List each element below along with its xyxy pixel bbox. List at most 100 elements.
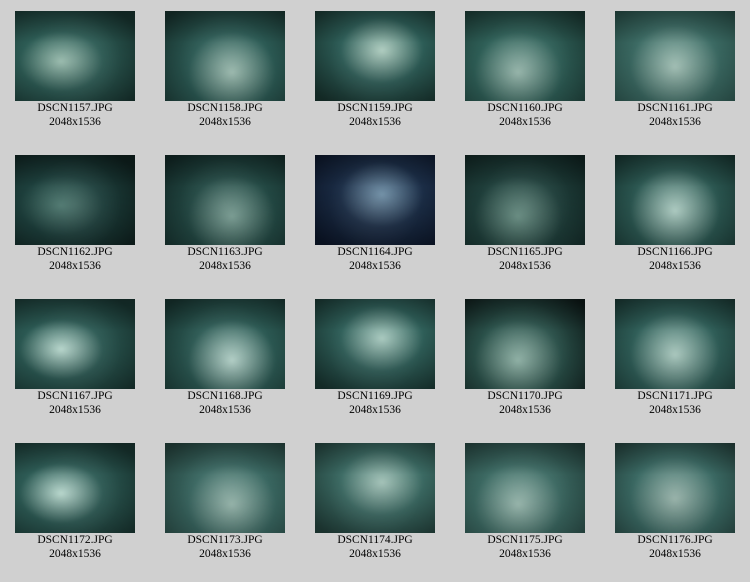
thumbnail-caption: DSCN1168.JPG 2048x1536	[150, 389, 300, 417]
thumbnail-item[interactable]: DSCN1159.JPG 2048x1536	[300, 0, 450, 144]
thumbnail-filename: DSCN1163.JPG	[187, 246, 263, 258]
thumbnail-filename: DSCN1170.JPG	[487, 390, 563, 402]
thumbnail-dimensions: 2048x1536	[499, 404, 551, 416]
thumbnail-item[interactable]: DSCN1157.JPG 2048x1536	[0, 0, 150, 144]
thumbnail-caption: DSCN1166.JPG 2048x1536	[600, 245, 750, 273]
photo-thumbnail[interactable]	[615, 299, 735, 389]
thumbnail-filename: DSCN1162.JPG	[37, 246, 113, 258]
thumbnail-item[interactable]: DSCN1171.JPG 2048x1536	[600, 288, 750, 432]
thumbnail-caption: DSCN1162.JPG 2048x1536	[0, 245, 150, 273]
thumbnail-item[interactable]: DSCN1170.JPG 2048x1536	[450, 288, 600, 432]
thumbnail-dimensions: 2048x1536	[49, 404, 101, 416]
photo-thumbnail[interactable]	[15, 299, 135, 389]
photo-thumbnail[interactable]	[165, 11, 285, 101]
thumbnail-item[interactable]: DSCN1162.JPG 2048x1536	[0, 144, 150, 288]
thumbnail-item[interactable]: DSCN1176.JPG 2048x1536	[600, 432, 750, 576]
photo-thumbnail[interactable]	[465, 11, 585, 101]
thumbnail-dimensions: 2048x1536	[649, 116, 701, 128]
thumbnail-item[interactable]: DSCN1167.JPG 2048x1536	[0, 288, 150, 432]
thumbnail-filename: DSCN1158.JPG	[187, 102, 263, 114]
thumbnail-dimensions: 2048x1536	[49, 548, 101, 560]
thumbnail-dimensions: 2048x1536	[499, 116, 551, 128]
thumbnail-caption: DSCN1169.JPG 2048x1536	[300, 389, 450, 417]
thumbnail-filename: DSCN1160.JPG	[487, 102, 563, 114]
thumbnail-caption: DSCN1157.JPG 2048x1536	[0, 101, 150, 129]
thumbnail-dimensions: 2048x1536	[499, 548, 551, 560]
thumbnail-filename: DSCN1172.JPG	[37, 534, 113, 546]
thumbnail-filename: DSCN1161.JPG	[637, 102, 713, 114]
thumbnail-caption: DSCN1175.JPG 2048x1536	[450, 533, 600, 561]
thumbnail-dimensions: 2048x1536	[49, 116, 101, 128]
thumbnail-filename: DSCN1171.JPG	[637, 390, 713, 402]
thumbnail-filename: DSCN1169.JPG	[337, 390, 413, 402]
photo-thumbnail[interactable]	[15, 11, 135, 101]
photo-thumbnail[interactable]	[165, 299, 285, 389]
thumbnail-dimensions: 2048x1536	[499, 260, 551, 272]
photo-thumbnail[interactable]	[15, 155, 135, 245]
thumbnail-filename: DSCN1166.JPG	[637, 246, 713, 258]
photo-thumbnail[interactable]	[465, 299, 585, 389]
thumbnail-filename: DSCN1159.JPG	[337, 102, 413, 114]
thumbnail-caption: DSCN1174.JPG 2048x1536	[300, 533, 450, 561]
thumbnail-item[interactable]: DSCN1165.JPG 2048x1536	[450, 144, 600, 288]
photo-thumbnail[interactable]	[465, 443, 585, 533]
thumbnail-item[interactable]: DSCN1172.JPG 2048x1536	[0, 432, 150, 576]
photo-thumbnail[interactable]	[15, 443, 135, 533]
thumbnail-filename: DSCN1174.JPG	[337, 534, 413, 546]
thumbnail-caption: DSCN1170.JPG 2048x1536	[450, 389, 600, 417]
thumbnail-item[interactable]: DSCN1164.JPG 2048x1536	[300, 144, 450, 288]
thumbnail-filename: DSCN1175.JPG	[487, 534, 563, 546]
photo-thumbnail[interactable]	[165, 155, 285, 245]
thumbnail-dimensions: 2048x1536	[649, 404, 701, 416]
photo-thumbnail[interactable]	[615, 155, 735, 245]
thumbnail-item[interactable]: DSCN1174.JPG 2048x1536	[300, 432, 450, 576]
photo-thumbnail[interactable]	[315, 443, 435, 533]
thumbnail-dimensions: 2048x1536	[349, 548, 401, 560]
thumbnail-item[interactable]: DSCN1158.JPG 2048x1536	[150, 0, 300, 144]
thumbnail-dimensions: 2048x1536	[199, 404, 251, 416]
thumbnail-item[interactable]: DSCN1163.JPG 2048x1536	[150, 144, 300, 288]
photo-thumbnail[interactable]	[315, 155, 435, 245]
thumbnail-dimensions: 2048x1536	[49, 260, 101, 272]
thumbnail-caption: DSCN1161.JPG 2048x1536	[600, 101, 750, 129]
photo-thumbnail[interactable]	[165, 443, 285, 533]
thumbnail-caption: DSCN1172.JPG 2048x1536	[0, 533, 150, 561]
thumbnail-caption: DSCN1167.JPG 2048x1536	[0, 389, 150, 417]
thumbnail-caption: DSCN1158.JPG 2048x1536	[150, 101, 300, 129]
thumbnail-filename: DSCN1168.JPG	[187, 390, 263, 402]
photo-thumbnail[interactable]	[615, 443, 735, 533]
thumbnail-dimensions: 2048x1536	[199, 260, 251, 272]
thumbnail-caption: DSCN1159.JPG 2048x1536	[300, 101, 450, 129]
thumbnail-filename: DSCN1167.JPG	[37, 390, 113, 402]
thumbnail-caption: DSCN1176.JPG 2048x1536	[600, 533, 750, 561]
thumbnail-grid: DSCN1157.JPG 2048x1536 DSCN1158.JPG 2048x15…	[0, 0, 750, 582]
thumbnail-filename: DSCN1173.JPG	[187, 534, 263, 546]
thumbnail-filename: DSCN1157.JPG	[37, 102, 113, 114]
thumbnail-caption: DSCN1160.JPG 2048x1536	[450, 101, 600, 129]
photo-thumbnail[interactable]	[315, 11, 435, 101]
thumbnail-dimensions: 2048x1536	[199, 116, 251, 128]
thumbnail-item[interactable]: DSCN1160.JPG 2048x1536	[450, 0, 600, 144]
thumbnail-dimensions: 2048x1536	[349, 116, 401, 128]
thumbnail-item[interactable]: DSCN1166.JPG 2048x1536	[600, 144, 750, 288]
photo-thumbnail[interactable]	[615, 11, 735, 101]
thumbnail-filename: DSCN1164.JPG	[337, 246, 413, 258]
photo-thumbnail[interactable]	[315, 299, 435, 389]
thumbnail-item[interactable]: DSCN1173.JPG 2048x1536	[150, 432, 300, 576]
thumbnail-dimensions: 2048x1536	[649, 260, 701, 272]
thumbnail-caption: DSCN1163.JPG 2048x1536	[150, 245, 300, 273]
thumbnail-item[interactable]: DSCN1168.JPG 2048x1536	[150, 288, 300, 432]
thumbnail-item[interactable]: DSCN1175.JPG 2048x1536	[450, 432, 600, 576]
thumbnail-dimensions: 2048x1536	[649, 548, 701, 560]
thumbnail-caption: DSCN1164.JPG 2048x1536	[300, 245, 450, 273]
thumbnail-caption: DSCN1173.JPG 2048x1536	[150, 533, 300, 561]
thumbnail-caption: DSCN1171.JPG 2048x1536	[600, 389, 750, 417]
thumbnail-dimensions: 2048x1536	[199, 548, 251, 560]
thumbnail-caption: DSCN1165.JPG 2048x1536	[450, 245, 600, 273]
thumbnail-filename: DSCN1165.JPG	[487, 246, 563, 258]
photo-thumbnail[interactable]	[465, 155, 585, 245]
thumbnail-dimensions: 2048x1536	[349, 404, 401, 416]
thumbnail-filename: DSCN1176.JPG	[637, 534, 713, 546]
thumbnail-item[interactable]: DSCN1161.JPG 2048x1536	[600, 0, 750, 144]
thumbnail-item[interactable]: DSCN1169.JPG 2048x1536	[300, 288, 450, 432]
